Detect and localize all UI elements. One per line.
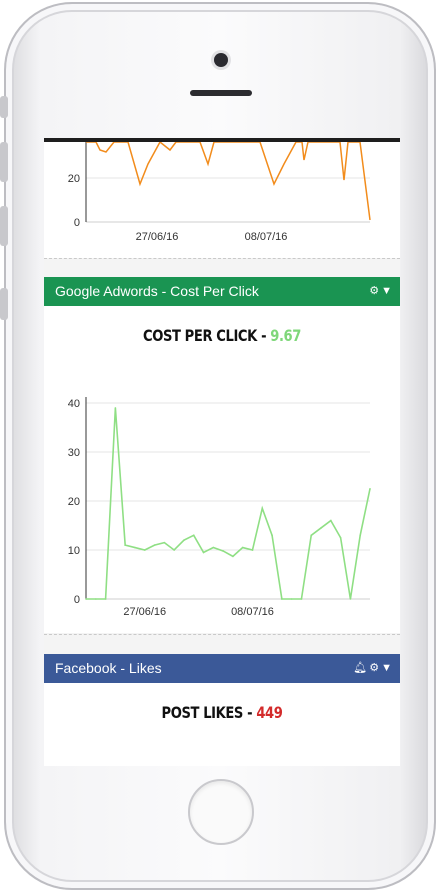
top-x-tick-2: 08/07/16 [245,231,288,243]
data-point [183,539,185,541]
data-point [300,598,303,600]
data-point [232,555,234,558]
adwords-panel: Google Adwords - Cost Per Click ⚙▼ COST … [44,277,400,633]
data-point [320,527,322,529]
post-likes-metric: POST LIKES - 449 [76,703,368,722]
data-point [124,544,126,546]
data-point [339,536,342,539]
mute-switch [0,96,8,118]
home-button[interactable] [188,779,254,845]
data-point [349,598,352,600]
data-point [281,598,283,600]
cost-per-click-label: COST PER CLICK - [142,326,271,345]
data-point [241,546,244,549]
data-point [310,534,313,537]
data-point [369,487,371,490]
side-button [0,288,8,320]
filter-icon[interactable]: ▼ [381,285,394,297]
data-point [134,546,136,549]
top-y-tick-0: 0 [74,217,80,229]
cost-per-click-metric: COST PER CLICK - 9.67 [76,326,368,345]
volume-up-button [0,142,8,182]
data-point [104,598,107,600]
top-x-tick-1: 27/06/16 [136,231,179,243]
data-point [85,598,87,600]
cost-per-click-value: 9.67 [270,326,302,345]
adwords-header: Google Adwords - Cost Per Click ⚙▼ [44,277,400,306]
facebook-panel: Facebook - Likes 🔔︎⚙▼ POST LIKES - 449 [44,654,400,766]
data-point [173,549,175,551]
data-point [261,507,264,510]
x-tick-label: 08/07/16 [231,606,274,618]
bell-icon[interactable]: 🔔︎ [353,662,369,674]
data-point [202,551,205,554]
data-point [212,546,215,549]
cost-per-click-chart: 0 10 20 30 40 27/06/16 08/07/16 [68,397,371,618]
y-tick-label: 40 [68,398,80,410]
post-likes-value: 449 [256,703,283,722]
facebook-title: Facebook - Likes [55,660,162,676]
panel-divider [44,634,400,635]
volume-down-button [0,206,8,246]
data-point [114,407,117,409]
data-point [359,534,362,537]
gear-icon[interactable]: ⚙ [369,662,381,674]
y-tick-label: 30 [68,447,80,459]
facebook-header-icons: 🔔︎⚙▼ [353,654,394,683]
data-point [330,519,332,522]
data-point [222,550,224,552]
series-line [86,407,371,600]
adwords-title: Google Adwords - Cost Per Click [55,283,259,299]
top-chart-panel: 20 0 27/06/16 08/07/16 [44,140,400,258]
y-tick-label: 10 [68,545,80,557]
data-point [153,544,156,546]
data-point [192,534,195,537]
earpiece-speaker [190,90,252,96]
top-y-tick-20: 20 [68,173,80,185]
gear-icon[interactable]: ⚙ [369,285,381,297]
data-point [251,549,254,551]
y-tick-label: 0 [74,594,80,606]
x-tick-label: 27/06/16 [123,606,166,618]
post-likes-label: POST LIKES - [161,703,257,722]
data-point [143,549,146,551]
app-screen: 20 0 27/06/16 08/07/16 Google Adwords - … [44,138,400,766]
top-chart: 20 0 27/06/16 08/07/16 [68,140,371,243]
facebook-header: Facebook - Likes 🔔︎⚙▼ [44,654,400,683]
filter-icon[interactable]: ▼ [381,662,394,674]
adwords-header-icons: ⚙▼ [369,277,394,306]
top-series-line [86,140,371,221]
data-point [163,541,166,544]
data-point [94,598,97,600]
front-camera [214,53,228,67]
panel-divider [44,258,400,259]
data-point [290,598,293,600]
y-tick-label: 20 [68,496,80,508]
data-point [271,534,273,537]
